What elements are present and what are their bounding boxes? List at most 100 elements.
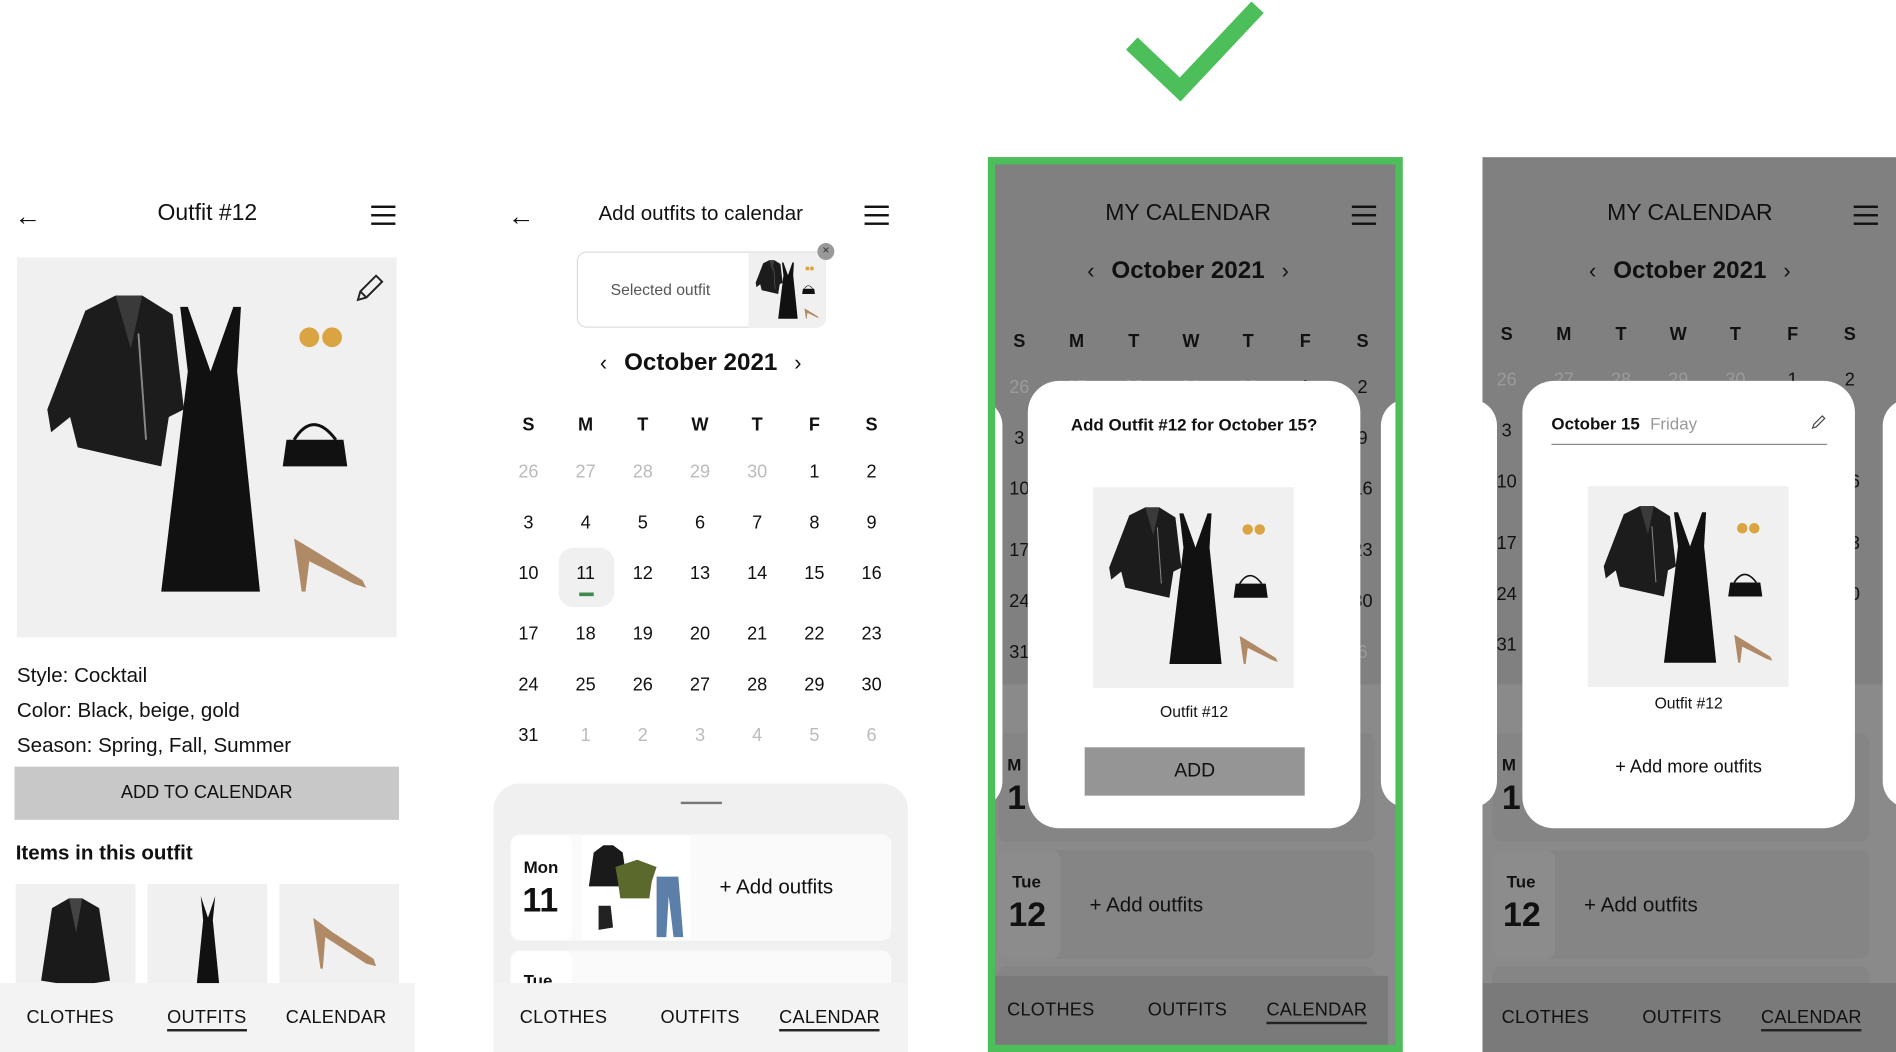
calendar-day[interactable]: 28 [633,462,653,483]
nav-clothes[interactable]: CLOTHES [26,1007,113,1028]
calendar-day[interactable]: 31 [1497,635,1517,656]
nav-outfits[interactable]: OUTFITS [1148,1000,1227,1021]
calendar-day[interactable]: 6 [695,513,705,534]
hamburger-menu-icon[interactable] [864,205,889,225]
calendar-day[interactable]: 13 [690,563,710,584]
calendar-day[interactable]: 19 [633,624,653,645]
add-outfits-link[interactable]: + Add outfits [1584,894,1698,918]
nav-outfits[interactable]: OUTFITS [1642,1007,1721,1028]
calendar-day[interactable]: 27 [690,675,710,696]
calendar-day[interactable]: 11 [576,563,595,584]
prev-month-icon[interactable]: ‹ [1589,259,1596,283]
calendar-day[interactable]: 6 [867,726,877,747]
calendar-day[interactable]: 28 [747,675,767,696]
next-day-card-peek[interactable] [1380,399,1396,808]
add-outfits-link[interactable]: + Add outfits [1089,894,1203,918]
calendar-day[interactable]: 4 [752,726,762,747]
next-day-card-peek[interactable] [1882,399,1896,808]
calendar-day[interactable]: 31 [518,726,538,747]
calendar-day[interactable]: 26 [518,462,538,483]
calendar-day[interactable]: 8 [809,513,819,534]
calendar-day[interactable]: 12 [633,563,653,584]
calendar-day[interactable]: 17 [518,624,538,645]
nav-clothes[interactable]: CLOTHES [1502,1007,1589,1028]
calendar-day[interactable]: 1 [581,726,591,747]
item-thumb-jacket[interactable] [15,883,136,993]
calendar-day[interactable]: 31 [1009,642,1029,663]
add-outfits-link[interactable]: + Add outfits [719,875,833,899]
calendar-day[interactable]: 3 [1014,428,1024,449]
calendar-day[interactable]: 29 [690,462,710,483]
calendar-day[interactable]: 18 [576,624,596,645]
calendar-day[interactable]: 26 [1497,370,1517,391]
calendar-day[interactable]: 1 [809,462,819,483]
nav-clothes[interactable]: CLOTHES [1007,1000,1094,1021]
calendar-day[interactable]: 30 [747,462,767,483]
nav-clothes[interactable]: CLOTHES [520,1007,607,1028]
prev-day-card-peek[interactable] [995,399,1003,808]
remove-selected-icon[interactable]: × [817,243,835,260]
day-card-mon-11[interactable]: Mon 11 + Add outfits [510,834,892,941]
item-thumb-dress[interactable] [147,883,268,993]
calendar-day[interactable]: 14 [747,563,767,584]
calendar-day[interactable]: 2 [867,462,877,483]
calendar-day[interactable]: 2 [1845,370,1855,391]
calendar-day[interactable]: 26 [633,675,653,696]
calendar-day[interactable]: 22 [804,624,824,645]
calendar-day[interactable]: 10 [518,563,538,584]
calendar-day[interactable]: 2 [1357,377,1367,398]
prev-day-card-peek[interactable] [1482,399,1497,808]
calendar-day[interactable]: 2 [638,726,648,747]
nav-calendar[interactable]: CALENDAR [286,1007,387,1028]
calendar-day[interactable]: 9 [867,513,877,534]
hamburger-menu-icon[interactable] [1351,205,1377,225]
calendar-day[interactable]: 25 [576,675,596,696]
outfit-image[interactable] [1587,486,1789,687]
calendar-day[interactable]: 24 [1009,591,1029,612]
calendar-day[interactable]: 16 [861,563,881,584]
next-month-icon[interactable]: › [794,351,801,375]
day-outfit-thumb[interactable] [581,835,691,940]
hamburger-menu-icon[interactable] [1853,205,1878,225]
day-card-tue-12[interactable]: Tue 12 + Add outfits [997,850,1375,959]
day-card-tue-12[interactable]: Tue 12 + Add outfits [1492,850,1870,959]
calendar-day[interactable]: 23 [861,624,881,645]
calendar-day[interactable]: 21 [747,624,767,645]
calendar-day[interactable]: 30 [861,675,881,696]
calendar-day[interactable]: 20 [690,624,710,645]
add-more-outfits-button[interactable]: + Add more outfits [1522,757,1855,778]
calendar-day[interactable]: 10 [1009,479,1029,500]
calendar-day[interactable]: 3 [1502,421,1512,442]
calendar-day[interactable]: 5 [638,513,648,534]
prev-month-icon[interactable]: ‹ [1087,259,1094,283]
calendar-day[interactable]: 3 [523,513,533,534]
pencil-edit-icon[interactable] [353,273,384,304]
hamburger-menu-icon[interactable] [371,205,396,225]
drag-handle[interactable] [680,801,722,805]
add-button[interactable]: ADD [1084,747,1305,796]
nav-calendar[interactable]: CALENDAR [1761,1007,1862,1032]
add-to-calendar-button[interactable]: ADD TO CALENDAR [14,766,400,820]
calendar-day[interactable]: 3 [695,726,705,747]
calendar-day[interactable]: 4 [581,513,591,534]
pencil-edit-icon[interactable] [1810,414,1827,431]
calendar-day[interactable]: 17 [1497,533,1517,554]
nav-calendar[interactable]: CALENDAR [779,1007,880,1032]
calendar-day[interactable]: 26 [1009,377,1029,398]
calendar-day[interactable]: 10 [1497,472,1517,493]
next-month-icon[interactable]: › [1783,259,1790,283]
nav-outfits[interactable]: OUTFITS [660,1007,739,1028]
item-thumb-heels[interactable] [279,883,400,993]
calendar-day[interactable]: 29 [804,675,824,696]
nav-outfits[interactable]: OUTFITS [167,1007,247,1032]
calendar-day[interactable]: 17 [1009,541,1029,562]
calendar-day[interactable]: 27 [576,462,596,483]
prev-month-icon[interactable]: ‹ [600,351,607,375]
calendar-day[interactable]: 5 [809,726,819,747]
next-month-icon[interactable]: › [1282,259,1289,283]
calendar-day[interactable]: 24 [1497,584,1517,605]
calendar-day[interactable]: 15 [804,563,824,584]
nav-calendar[interactable]: CALENDAR [1266,1000,1368,1025]
calendar-day[interactable]: 24 [518,675,538,696]
calendar-day[interactable]: 7 [752,513,762,534]
